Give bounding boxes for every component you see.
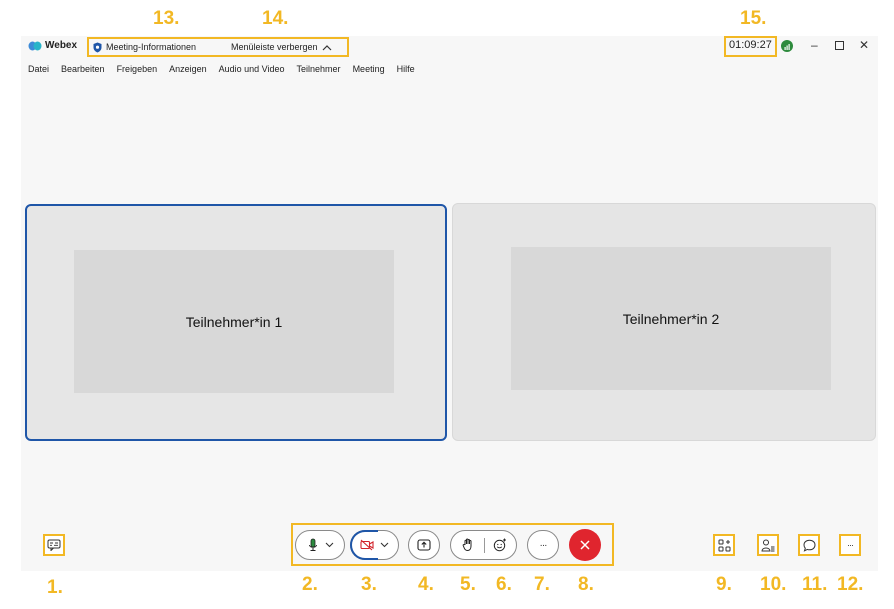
mute-options-chevron-icon xyxy=(325,542,333,548)
participant-name-2: Teilnehmer*in 2 xyxy=(622,310,720,327)
apps-icon xyxy=(718,539,730,551)
annotation-1: 1. xyxy=(47,577,63,598)
menu-bearbeiten[interactable]: Bearbeiten xyxy=(61,64,105,78)
menu-freigeben[interactable]: Freigeben xyxy=(117,64,158,78)
menu-bar: Datei Bearbeiten Freigeben Anzeigen Audi… xyxy=(21,64,415,78)
title-bar: Webex Meeting-Informationen Menüleiste v… xyxy=(21,36,878,59)
reactions-group xyxy=(450,530,517,560)
maximize-button[interactable] xyxy=(835,38,844,53)
participant-tile-1[interactable]: Teilnehmer*in 1 xyxy=(25,204,447,441)
hide-menu-bar-button[interactable]: Menüleiste verbergen xyxy=(231,39,332,55)
apps-button[interactable] xyxy=(713,534,735,556)
maximize-icon xyxy=(835,41,844,50)
annotation-4: 4. xyxy=(418,574,434,595)
menu-datei[interactable]: Datei xyxy=(28,64,49,78)
raise-hand-button[interactable] xyxy=(459,536,477,554)
menu-meeting[interactable]: Meeting xyxy=(353,64,385,78)
reactions-button[interactable] xyxy=(491,536,509,554)
annotation-2: 2. xyxy=(302,574,318,595)
close-window-button[interactable]: ✕ xyxy=(859,38,869,52)
more-panels-label: ··· xyxy=(847,540,854,550)
hide-menu-label: Menüleiste verbergen xyxy=(231,42,318,52)
annotation-3: 3. xyxy=(361,574,377,595)
menu-hilfe[interactable]: Hilfe xyxy=(397,64,415,78)
chat-button[interactable] xyxy=(798,534,820,556)
meeting-info-label: Meeting-Informationen xyxy=(106,42,197,52)
meeting-info-button[interactable]: Meeting-Informationen xyxy=(93,39,196,55)
raise-hand-icon xyxy=(462,538,472,552)
annotation-11: 11. xyxy=(802,574,828,595)
share-screen-icon xyxy=(417,539,431,551)
add-reaction-icon xyxy=(493,538,506,552)
captions-button[interactable] xyxy=(43,534,65,556)
reactions-divider xyxy=(484,538,485,553)
chevron-up-icon xyxy=(322,44,331,50)
microphone-icon xyxy=(308,538,317,551)
network-signal-icon[interactable] xyxy=(781,40,793,52)
end-call-button[interactable] xyxy=(569,529,601,561)
webex-window: Webex Meeting-Informationen Menüleiste v… xyxy=(21,36,878,571)
app-name: Webex xyxy=(45,40,78,51)
participants-icon xyxy=(761,539,775,551)
annotation-13: 13. xyxy=(153,8,180,29)
annotation-7: 7. xyxy=(534,574,550,595)
annotation-6: 6. xyxy=(496,574,512,595)
menu-anzeigen[interactable]: Anzeigen xyxy=(169,64,207,78)
annotation-10: 10. xyxy=(760,574,787,595)
close-icon xyxy=(580,540,590,550)
participant-tile-2[interactable]: Teilnehmer*in 2 xyxy=(452,203,876,441)
video-options-chevron-icon xyxy=(380,542,389,548)
webex-logo-icon xyxy=(28,41,42,51)
participant-video-1: Teilnehmer*in 1 xyxy=(74,250,394,393)
meeting-timer: 01:09:27 xyxy=(729,39,772,51)
mute-button[interactable] xyxy=(295,530,345,560)
annotation-9: 9. xyxy=(716,574,732,595)
annotation-12: 12. xyxy=(837,574,864,595)
share-button[interactable] xyxy=(408,530,440,560)
more-options-button[interactable]: ··· xyxy=(527,530,559,560)
video-focus-ring xyxy=(350,530,378,560)
annotation-15: 15. xyxy=(740,8,767,29)
annotation-14: 14. xyxy=(262,8,289,29)
annotation-8: 8. xyxy=(578,574,594,595)
menu-audio-video[interactable]: Audio und Video xyxy=(219,64,285,78)
more-options-label: ··· xyxy=(539,539,548,551)
menu-teilnehmer[interactable]: Teilnehmer xyxy=(297,64,341,78)
minimize-button[interactable]: – xyxy=(811,38,818,52)
participants-button[interactable] xyxy=(757,534,779,556)
annotation-5: 5. xyxy=(460,574,476,595)
shield-icon xyxy=(93,42,102,52)
closed-captions-icon xyxy=(47,539,61,551)
more-panels-button[interactable]: ··· xyxy=(839,534,861,556)
video-button[interactable] xyxy=(350,530,399,560)
participant-name-1: Teilnehmer*in 1 xyxy=(185,313,283,330)
participant-video-2: Teilnehmer*in 2 xyxy=(511,247,831,390)
chat-bubble-icon xyxy=(802,539,816,552)
